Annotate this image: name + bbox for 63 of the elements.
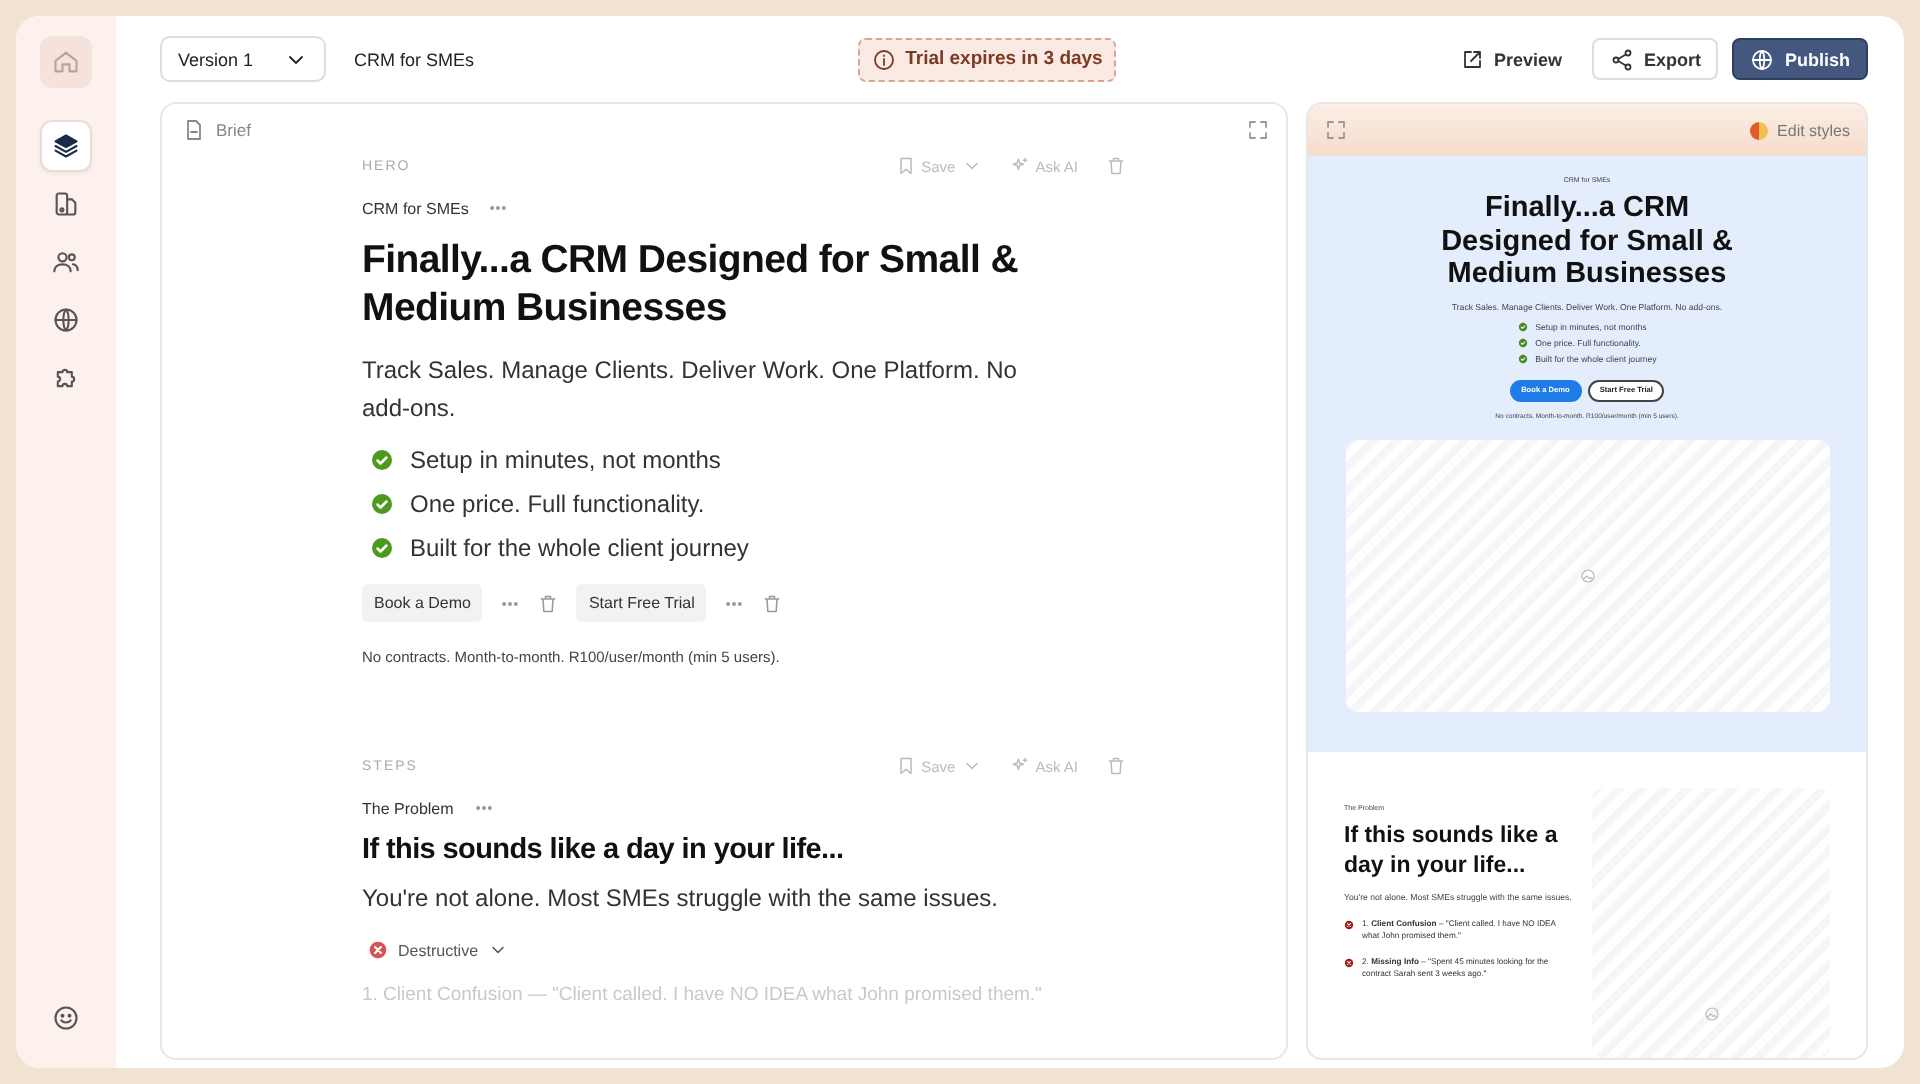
preview-link[interactable]: Preview xyxy=(1443,38,1578,80)
delete-button[interactable] xyxy=(762,593,783,613)
section-subtitle: Track Sales. Manage Clients. Deliver Work. One Platform. No add-ons. xyxy=(362,354,1019,426)
trash-icon xyxy=(762,593,783,613)
check-circle-icon xyxy=(370,492,394,516)
sidebar-item[interactable] xyxy=(40,120,92,172)
trash-icon xyxy=(1106,756,1126,776)
image-icon xyxy=(1579,567,1595,583)
delete-button[interactable] xyxy=(1106,156,1126,176)
expand-icon xyxy=(1324,118,1348,142)
panels-icon xyxy=(52,190,80,218)
share-icon xyxy=(1609,47,1634,71)
layers-icon xyxy=(52,132,80,160)
sparkle-icon xyxy=(1009,756,1030,776)
globe-icon xyxy=(1750,47,1775,71)
check-circle-icon xyxy=(370,448,394,472)
project-name: CRM for SMEs xyxy=(354,49,475,69)
users-icon xyxy=(52,248,80,276)
puzzle-icon xyxy=(52,364,80,392)
check-circle-icon xyxy=(1517,353,1528,363)
variant-dropdown[interactable]: Destructive xyxy=(368,940,509,960)
delete-button[interactable] xyxy=(538,593,559,613)
fullscreen-button[interactable] xyxy=(1246,118,1270,142)
home-icon xyxy=(52,48,80,76)
bullet-text: Built for the whole client journey xyxy=(410,532,749,566)
section-heading: Finally...a CRM Designed for Small & Medium Businesses xyxy=(362,236,1020,332)
version-dropdown[interactable]: Version 1 xyxy=(160,36,326,82)
cta-button[interactable]: Book a Demo xyxy=(362,584,483,622)
export-button[interactable]: Export xyxy=(1591,38,1719,80)
check-circle-icon xyxy=(1517,321,1528,331)
bullet-text: One price. Full functionality. xyxy=(410,488,705,522)
fullscreen-button[interactable] xyxy=(1324,118,1348,142)
globe-icon xyxy=(52,306,80,334)
check-circle-icon xyxy=(1517,337,1528,347)
x-circle-icon xyxy=(1344,919,1354,929)
sparkle-icon xyxy=(1009,156,1030,176)
info-icon xyxy=(871,47,896,71)
smiley-icon xyxy=(52,1004,80,1032)
image-icon xyxy=(1703,1006,1719,1022)
color-swatch-icon xyxy=(1749,121,1768,139)
hero-heading: Finally...a CRM Designed for Small & Medium Businesses xyxy=(1439,192,1735,291)
trash-icon xyxy=(1106,156,1126,176)
cta-button[interactable]: Start Free Trial xyxy=(576,584,707,622)
trash-icon xyxy=(538,593,559,613)
home-button[interactable] xyxy=(40,36,92,88)
eyebrow-text: CRM for SMEs xyxy=(362,199,469,217)
trial-text: Trial expires in 3 days xyxy=(905,48,1103,70)
bookmark-icon xyxy=(895,756,916,776)
section-heading: If this sounds like a day in your life... xyxy=(362,832,846,868)
x-circle-icon xyxy=(1344,957,1354,967)
delete-button[interactable] xyxy=(1106,756,1126,776)
eyebrow-text: The Problem xyxy=(362,799,454,817)
brief-label: Brief xyxy=(216,120,251,140)
publish-button[interactable]: Publish xyxy=(1732,38,1868,80)
bullet-text: Setup in minutes, not months xyxy=(410,444,721,478)
expand-icon xyxy=(1246,118,1270,142)
section-subtitle: You're not alone. Most SMEs struggle with the same issues. xyxy=(362,882,1001,916)
bookmark-icon xyxy=(895,156,916,176)
check-circle-icon xyxy=(370,536,394,560)
document-icon xyxy=(182,118,206,142)
edit-styles-button[interactable]: Edit styles xyxy=(1749,121,1850,139)
external-link-icon xyxy=(1459,47,1484,71)
section-heading: If this sounds like a day in your life... xyxy=(1344,821,1560,881)
